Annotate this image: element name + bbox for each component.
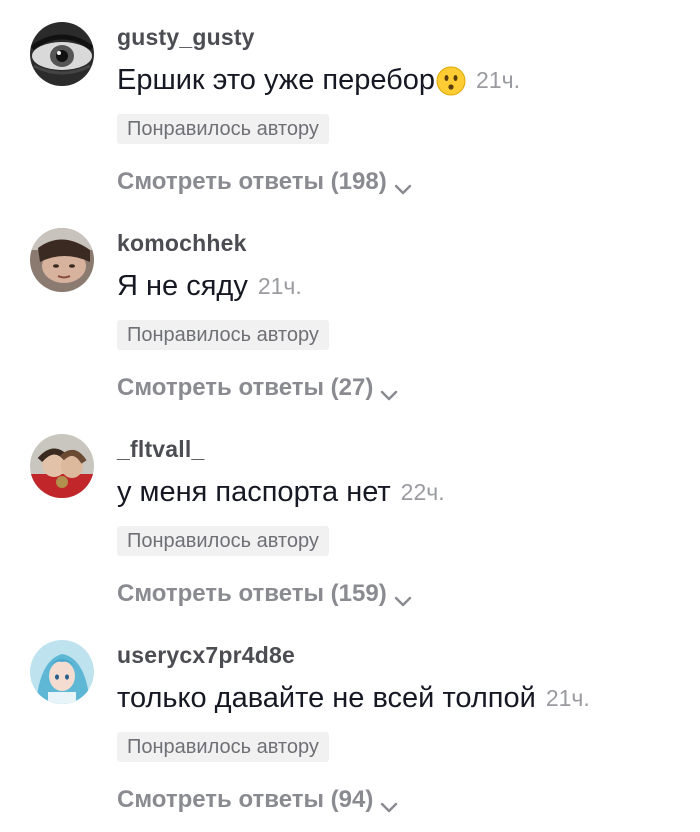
view-replies-label: Смотреть ответы (159) bbox=[117, 580, 387, 607]
comment-username[interactable]: komochhek bbox=[117, 230, 247, 257]
view-replies-button[interactable]: Смотреть ответы (27) bbox=[117, 374, 399, 402]
view-replies-button[interactable]: Смотреть ответы (94) bbox=[117, 786, 399, 814]
avatar[interactable] bbox=[30, 228, 94, 292]
liked-by-creator-badge: Понравилось автору bbox=[117, 320, 329, 350]
comment-text-line: у меня паспорта нет 22ч. bbox=[117, 476, 445, 509]
comment-item: userycx7pr4d8e только давайте не всей то… bbox=[0, 626, 700, 832]
comment-time: 21ч. bbox=[257, 273, 302, 299]
comment-text: Ершик это уже перебор bbox=[117, 64, 436, 96]
comment-username[interactable]: gusty_gusty bbox=[117, 24, 255, 51]
comment-text-line: только давайте не всей толпой 21ч. bbox=[117, 682, 590, 715]
view-replies-button[interactable]: Смотреть ответы (159) bbox=[117, 580, 413, 608]
comment-time: 21ч. bbox=[476, 67, 520, 93]
comment-item: _fltvall_ у меня паспорта нет 22ч. Понра… bbox=[0, 420, 700, 626]
view-replies-label: Смотреть ответы (198) bbox=[117, 168, 387, 195]
chevron-down-icon bbox=[379, 793, 399, 813]
chevron-down-icon bbox=[393, 175, 413, 195]
comment-username[interactable]: userycx7pr4d8e bbox=[117, 642, 295, 669]
view-replies-label: Смотреть ответы (94) bbox=[117, 786, 374, 813]
liked-by-creator-badge: Понравилось автору bbox=[117, 732, 329, 762]
view-replies-button[interactable]: Смотреть ответы (198) bbox=[117, 168, 413, 196]
comment-item: komochhek Я не сяду 21ч. Понравилось авт… bbox=[0, 214, 700, 420]
comment-item: gusty_gusty Ершик это уже перебор 21ч. П… bbox=[0, 8, 700, 214]
comment-text: у меня паспорта нет bbox=[117, 476, 391, 508]
comment-text-line: Я не сяду 21ч. bbox=[117, 270, 302, 303]
comment-time: 21ч. bbox=[545, 685, 590, 711]
chevron-down-icon bbox=[379, 381, 399, 401]
comment-text: только давайте не всей толпой bbox=[117, 682, 536, 714]
avatar[interactable] bbox=[30, 640, 94, 704]
avatar[interactable] bbox=[30, 22, 94, 86]
liked-by-creator-badge: Понравилось автору bbox=[117, 114, 329, 144]
avatar[interactable] bbox=[30, 434, 94, 498]
liked-by-creator-badge: Понравилось автору bbox=[117, 526, 329, 556]
hushed-face-emoji-icon bbox=[436, 66, 466, 96]
comment-username[interactable]: _fltvall_ bbox=[117, 436, 204, 463]
chevron-down-icon bbox=[393, 587, 413, 607]
comment-time: 22ч. bbox=[400, 479, 445, 505]
view-replies-label: Смотреть ответы (27) bbox=[117, 374, 374, 401]
comment-text: Я не сяду bbox=[117, 270, 248, 302]
comment-text-line: Ершик это уже перебор 21ч. bbox=[117, 64, 520, 97]
